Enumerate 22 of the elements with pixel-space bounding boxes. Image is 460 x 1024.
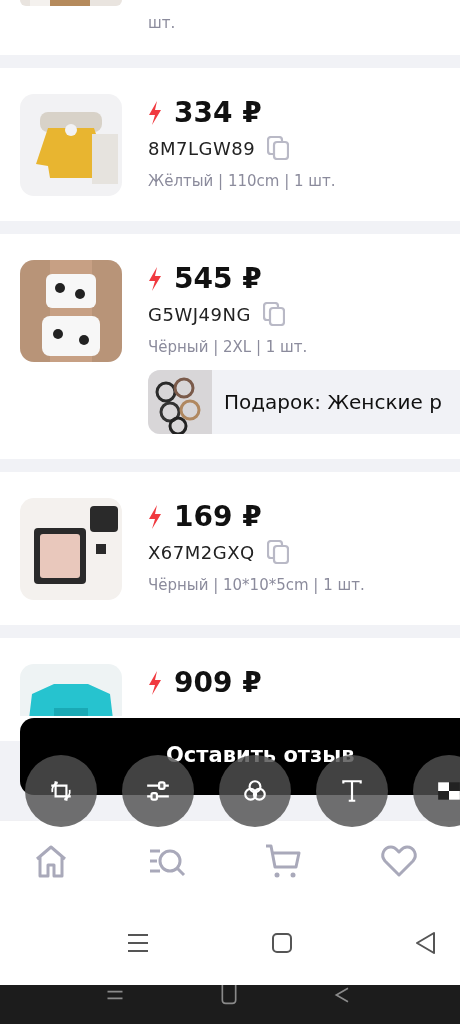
circles-icon bbox=[242, 778, 268, 804]
lightning-icon bbox=[148, 101, 162, 125]
gift-banner[interactable]: Подарок: Женские р bbox=[148, 370, 460, 434]
lightning-icon bbox=[148, 671, 162, 695]
item-price: 334 ₽ bbox=[174, 96, 262, 130]
crop-rotate-icon bbox=[48, 778, 74, 804]
back-icon[interactable] bbox=[414, 930, 438, 955]
item-details: Чёрный | 10*10*5cm | 1 шт. bbox=[148, 575, 365, 596]
item-price: 909 ₽ bbox=[174, 666, 262, 700]
item-details: шт. bbox=[148, 13, 176, 34]
item-details: Жёлтый | 110cm | 1 шт. bbox=[148, 171, 336, 192]
item-details: Чёрный | 2XL | 1 шт. bbox=[148, 337, 308, 358]
lightning-icon bbox=[148, 267, 162, 291]
text-icon bbox=[339, 778, 365, 804]
item-price: 169 ₽ bbox=[174, 500, 262, 534]
square-icon[interactable] bbox=[270, 930, 294, 955]
lightning-icon bbox=[148, 505, 162, 529]
sliders-icon bbox=[145, 778, 171, 804]
item-price: 545 ₽ bbox=[174, 262, 262, 296]
item-code: X67M2GXQ bbox=[148, 541, 255, 563]
item-code: G5WJ49NG bbox=[148, 303, 251, 325]
item-code: 8M7LGW89 bbox=[148, 137, 256, 159]
